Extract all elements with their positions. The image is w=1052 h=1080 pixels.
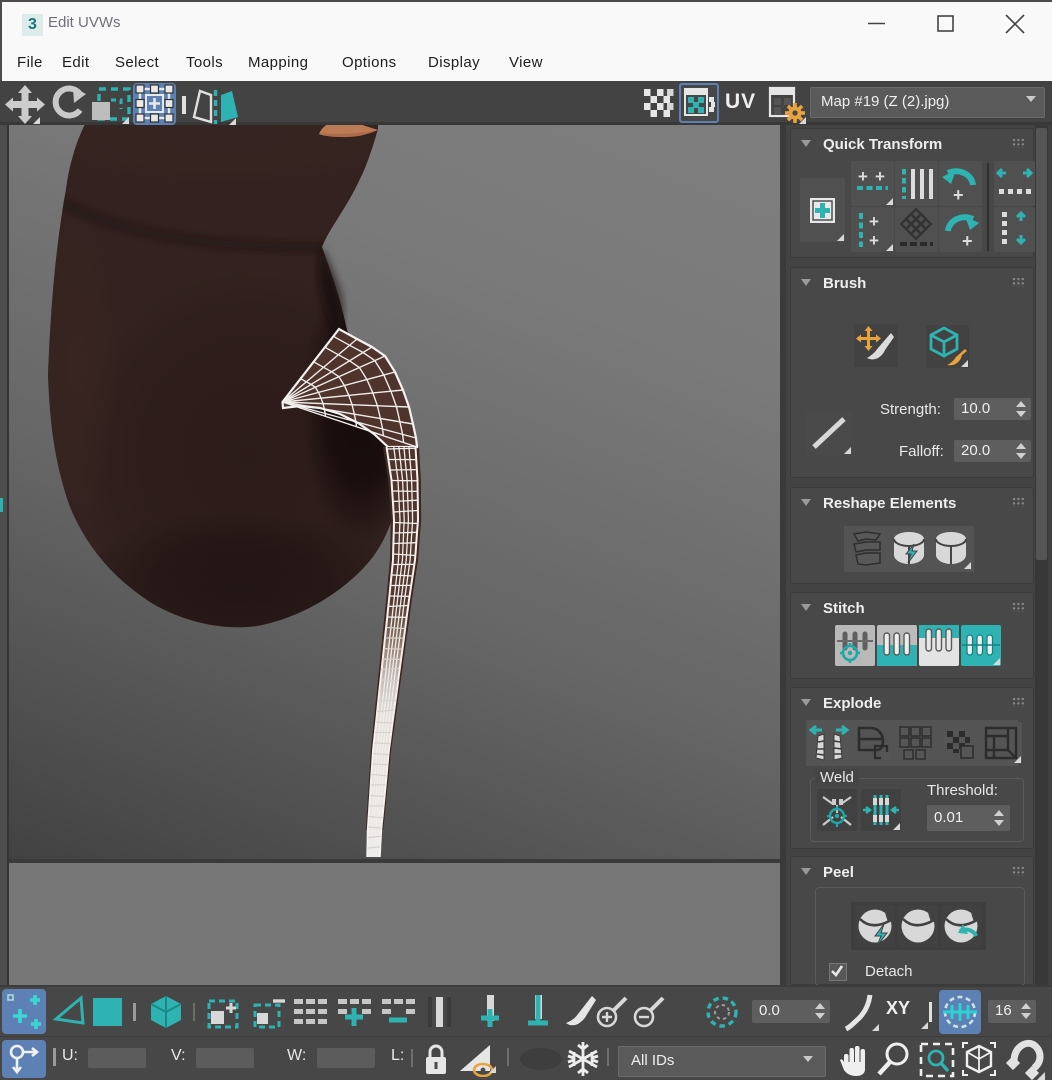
svg-text:+: + xyxy=(875,167,885,186)
svg-text:+: + xyxy=(962,231,973,251)
svg-text:+: + xyxy=(858,167,868,186)
svg-text:+: + xyxy=(953,185,964,205)
svg-text:+: + xyxy=(869,212,879,231)
svg-text:+: + xyxy=(869,231,879,250)
